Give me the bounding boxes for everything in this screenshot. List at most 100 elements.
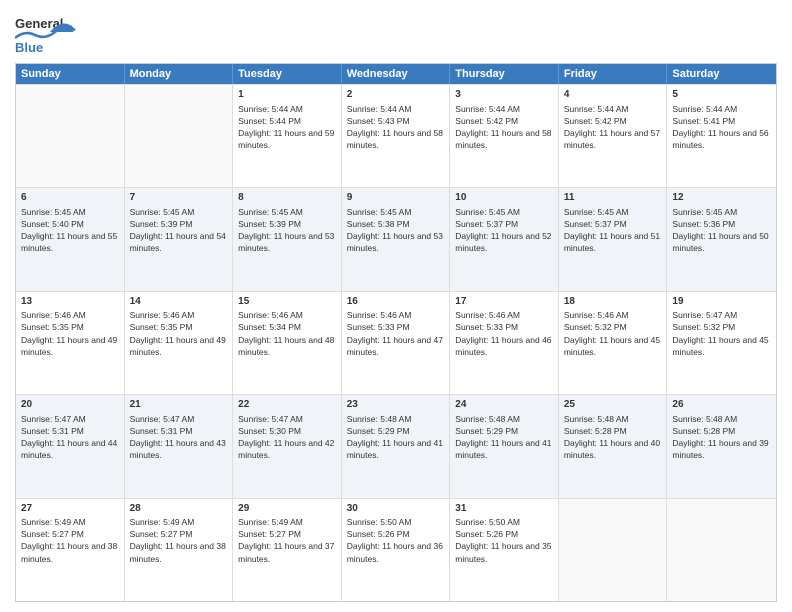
cell-info: Sunrise: 5:48 AMSunset: 5:28 PMDaylight:…	[672, 414, 768, 460]
empty-cell	[16, 85, 125, 187]
day-number: 25	[564, 398, 662, 412]
day-cell: 29 Sunrise: 5:49 AMSunset: 5:27 PMDaylig…	[233, 499, 342, 601]
day-cell: 28 Sunrise: 5:49 AMSunset: 5:27 PMDaylig…	[125, 499, 234, 601]
col-thursday: Thursday	[450, 64, 559, 84]
day-number: 24	[455, 398, 553, 412]
calendar-row: 13 Sunrise: 5:46 AMSunset: 5:35 PMDaylig…	[16, 291, 776, 394]
header: General Blue	[15, 10, 777, 55]
cell-info: Sunrise: 5:45 AMSunset: 5:40 PMDaylight:…	[21, 207, 117, 253]
day-cell: 20 Sunrise: 5:47 AMSunset: 5:31 PMDaylig…	[16, 395, 125, 497]
calendar-row: 20 Sunrise: 5:47 AMSunset: 5:31 PMDaylig…	[16, 394, 776, 497]
day-number: 29	[238, 502, 336, 516]
logo: General Blue	[15, 10, 105, 55]
day-number: 6	[21, 191, 119, 205]
page: General Blue Sunday Monday Tuesday Wedne…	[0, 0, 792, 612]
cell-info: Sunrise: 5:45 AMSunset: 5:39 PMDaylight:…	[238, 207, 334, 253]
cell-info: Sunrise: 5:47 AMSunset: 5:32 PMDaylight:…	[672, 310, 768, 356]
cell-info: Sunrise: 5:46 AMSunset: 5:32 PMDaylight:…	[564, 310, 660, 356]
day-number: 3	[455, 88, 553, 102]
day-cell: 25 Sunrise: 5:48 AMSunset: 5:28 PMDaylig…	[559, 395, 668, 497]
cell-info: Sunrise: 5:49 AMSunset: 5:27 PMDaylight:…	[238, 517, 334, 563]
calendar-row: 27 Sunrise: 5:49 AMSunset: 5:27 PMDaylig…	[16, 498, 776, 601]
day-cell: 21 Sunrise: 5:47 AMSunset: 5:31 PMDaylig…	[125, 395, 234, 497]
cell-info: Sunrise: 5:46 AMSunset: 5:34 PMDaylight:…	[238, 310, 334, 356]
cell-info: Sunrise: 5:46 AMSunset: 5:35 PMDaylight:…	[130, 310, 226, 356]
cell-info: Sunrise: 5:45 AMSunset: 5:36 PMDaylight:…	[672, 207, 768, 253]
cell-info: Sunrise: 5:44 AMSunset: 5:43 PMDaylight:…	[347, 104, 443, 150]
day-cell: 11 Sunrise: 5:45 AMSunset: 5:37 PMDaylig…	[559, 188, 668, 290]
day-cell: 22 Sunrise: 5:47 AMSunset: 5:30 PMDaylig…	[233, 395, 342, 497]
day-number: 16	[347, 295, 445, 309]
cell-info: Sunrise: 5:47 AMSunset: 5:31 PMDaylight:…	[21, 414, 117, 460]
day-cell: 16 Sunrise: 5:46 AMSunset: 5:33 PMDaylig…	[342, 292, 451, 394]
svg-text:Blue: Blue	[15, 40, 43, 55]
day-cell: 8 Sunrise: 5:45 AMSunset: 5:39 PMDayligh…	[233, 188, 342, 290]
day-cell: 19 Sunrise: 5:47 AMSunset: 5:32 PMDaylig…	[667, 292, 776, 394]
day-cell: 27 Sunrise: 5:49 AMSunset: 5:27 PMDaylig…	[16, 499, 125, 601]
cell-info: Sunrise: 5:45 AMSunset: 5:39 PMDaylight:…	[130, 207, 226, 253]
calendar-body: 1 Sunrise: 5:44 AMSunset: 5:44 PMDayligh…	[16, 84, 776, 601]
day-number: 31	[455, 502, 553, 516]
col-friday: Friday	[559, 64, 668, 84]
cell-info: Sunrise: 5:45 AMSunset: 5:37 PMDaylight:…	[455, 207, 551, 253]
day-cell: 2 Sunrise: 5:44 AMSunset: 5:43 PMDayligh…	[342, 85, 451, 187]
day-cell: 7 Sunrise: 5:45 AMSunset: 5:39 PMDayligh…	[125, 188, 234, 290]
col-wednesday: Wednesday	[342, 64, 451, 84]
day-cell: 30 Sunrise: 5:50 AMSunset: 5:26 PMDaylig…	[342, 499, 451, 601]
day-number: 19	[672, 295, 771, 309]
day-number: 9	[347, 191, 445, 205]
day-number: 12	[672, 191, 771, 205]
day-cell: 6 Sunrise: 5:45 AMSunset: 5:40 PMDayligh…	[16, 188, 125, 290]
cell-info: Sunrise: 5:49 AMSunset: 5:27 PMDaylight:…	[21, 517, 117, 563]
day-number: 20	[21, 398, 119, 412]
day-number: 18	[564, 295, 662, 309]
cell-info: Sunrise: 5:48 AMSunset: 5:29 PMDaylight:…	[347, 414, 443, 460]
day-number: 17	[455, 295, 553, 309]
cell-info: Sunrise: 5:50 AMSunset: 5:26 PMDaylight:…	[455, 517, 551, 563]
cell-info: Sunrise: 5:48 AMSunset: 5:29 PMDaylight:…	[455, 414, 551, 460]
cell-info: Sunrise: 5:47 AMSunset: 5:30 PMDaylight:…	[238, 414, 334, 460]
cell-info: Sunrise: 5:44 AMSunset: 5:42 PMDaylight:…	[455, 104, 551, 150]
day-number: 14	[130, 295, 228, 309]
day-number: 1	[238, 88, 336, 102]
cell-info: Sunrise: 5:49 AMSunset: 5:27 PMDaylight:…	[130, 517, 226, 563]
day-cell: 9 Sunrise: 5:45 AMSunset: 5:38 PMDayligh…	[342, 188, 451, 290]
col-monday: Monday	[125, 64, 234, 84]
empty-cell	[667, 499, 776, 601]
cell-info: Sunrise: 5:44 AMSunset: 5:41 PMDaylight:…	[672, 104, 768, 150]
empty-cell	[559, 499, 668, 601]
day-cell: 17 Sunrise: 5:46 AMSunset: 5:33 PMDaylig…	[450, 292, 559, 394]
day-number: 7	[130, 191, 228, 205]
calendar-header: Sunday Monday Tuesday Wednesday Thursday…	[16, 64, 776, 84]
cell-info: Sunrise: 5:48 AMSunset: 5:28 PMDaylight:…	[564, 414, 660, 460]
cell-info: Sunrise: 5:45 AMSunset: 5:38 PMDaylight:…	[347, 207, 443, 253]
day-cell: 24 Sunrise: 5:48 AMSunset: 5:29 PMDaylig…	[450, 395, 559, 497]
day-cell: 23 Sunrise: 5:48 AMSunset: 5:29 PMDaylig…	[342, 395, 451, 497]
day-number: 30	[347, 502, 445, 516]
cell-info: Sunrise: 5:47 AMSunset: 5:31 PMDaylight:…	[130, 414, 226, 460]
day-cell: 13 Sunrise: 5:46 AMSunset: 5:35 PMDaylig…	[16, 292, 125, 394]
calendar: Sunday Monday Tuesday Wednesday Thursday…	[15, 63, 777, 602]
day-number: 8	[238, 191, 336, 205]
day-number: 5	[672, 88, 771, 102]
cell-info: Sunrise: 5:46 AMSunset: 5:35 PMDaylight:…	[21, 310, 117, 356]
day-cell: 10 Sunrise: 5:45 AMSunset: 5:37 PMDaylig…	[450, 188, 559, 290]
cell-info: Sunrise: 5:44 AMSunset: 5:44 PMDaylight:…	[238, 104, 334, 150]
col-sunday: Sunday	[16, 64, 125, 84]
day-number: 10	[455, 191, 553, 205]
col-tuesday: Tuesday	[233, 64, 342, 84]
day-number: 26	[672, 398, 771, 412]
day-number: 13	[21, 295, 119, 309]
day-number: 15	[238, 295, 336, 309]
day-cell: 1 Sunrise: 5:44 AMSunset: 5:44 PMDayligh…	[233, 85, 342, 187]
day-cell: 14 Sunrise: 5:46 AMSunset: 5:35 PMDaylig…	[125, 292, 234, 394]
calendar-row: 6 Sunrise: 5:45 AMSunset: 5:40 PMDayligh…	[16, 187, 776, 290]
cell-info: Sunrise: 5:44 AMSunset: 5:42 PMDaylight:…	[564, 104, 660, 150]
logo-svg: General Blue	[15, 10, 105, 55]
day-cell: 15 Sunrise: 5:46 AMSunset: 5:34 PMDaylig…	[233, 292, 342, 394]
day-cell: 4 Sunrise: 5:44 AMSunset: 5:42 PMDayligh…	[559, 85, 668, 187]
col-saturday: Saturday	[667, 64, 776, 84]
day-cell: 5 Sunrise: 5:44 AMSunset: 5:41 PMDayligh…	[667, 85, 776, 187]
cell-info: Sunrise: 5:45 AMSunset: 5:37 PMDaylight:…	[564, 207, 660, 253]
day-number: 21	[130, 398, 228, 412]
